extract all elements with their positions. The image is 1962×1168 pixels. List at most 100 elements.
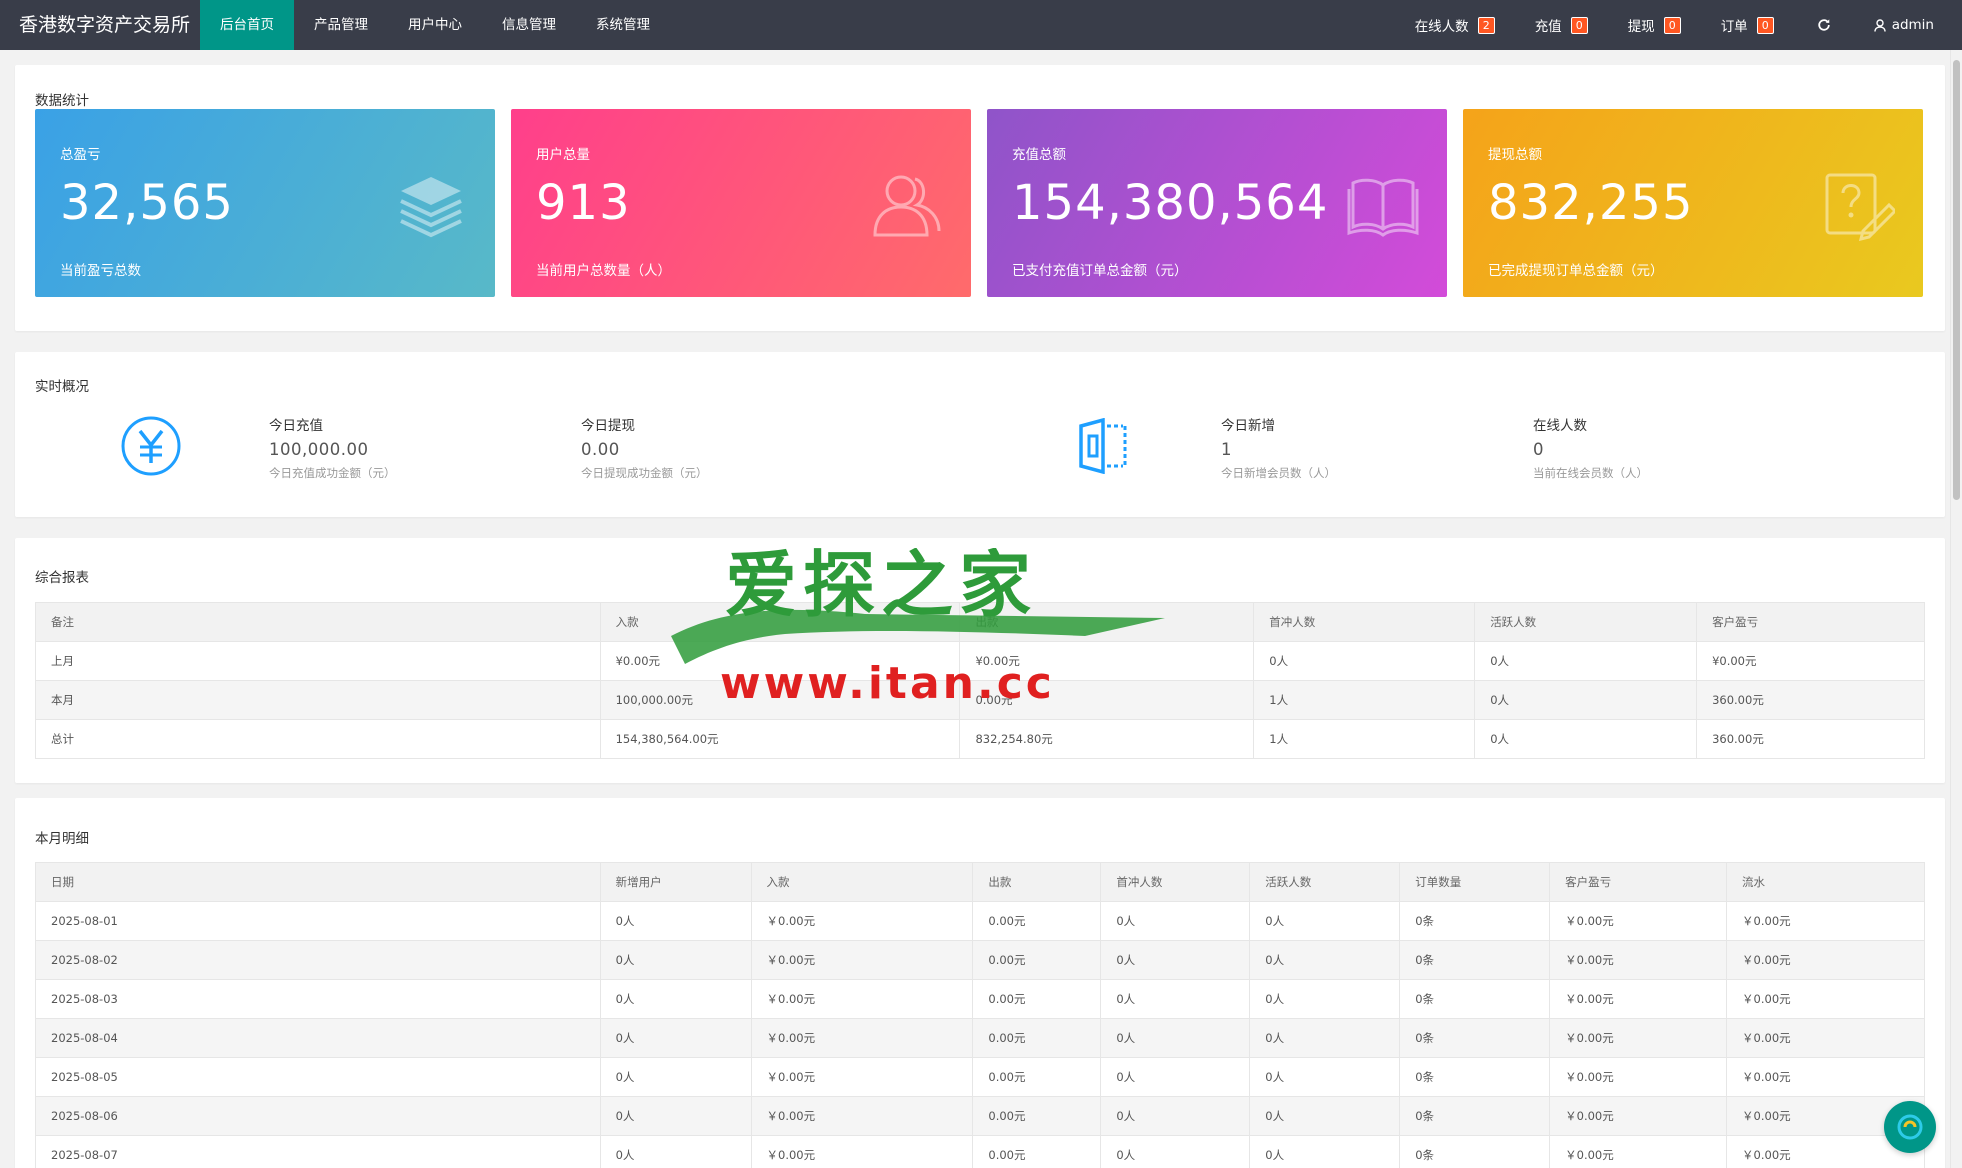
withdraw-badge: 0 [1663, 16, 1681, 34]
main-nav: 后台首页 产品管理 用户中心 信息管理 系统管理 [200, 0, 670, 50]
nav-item-products[interactable]: 产品管理 [294, 0, 388, 50]
table-row: 本月 100,000.00元 0.00元 1人 0人 360.00元 [35, 680, 1925, 720]
table-cell: ￥0.00元 [1549, 940, 1728, 980]
table-cell: 0条 [1399, 1057, 1551, 1097]
realtime-today-new: 今日新增 1 今日新增会员数（人） [1221, 414, 1336, 481]
table-row: 2025-08-02 0人 ￥0.00元 0.00元 0人 0人 0条 ￥0.00元 ￥0.00… [35, 940, 1925, 980]
table-cell: 0条 [1399, 1096, 1551, 1136]
edit-question-icon [1825, 173, 1895, 241]
col-header: 出款 [972, 862, 1102, 902]
table-row: 总计 154,380,564.00元 832,254.80元 1人 0人 360.00元 [35, 719, 1925, 759]
orders-badge: 0 [1756, 16, 1774, 34]
stat-label: 充值总额 [1012, 147, 1066, 163]
user-icon [1873, 18, 1886, 32]
table-cell: 1人 [1253, 680, 1476, 720]
table-row: 2025-08-03 0人 ￥0.00元 0.00元 0人 0人 0条 ￥0.00元 ￥0.00… [35, 979, 1925, 1019]
table-cell: 0人 [1100, 940, 1251, 980]
table-cell: 0.00元 [972, 1096, 1102, 1136]
stat-card-profit: 总盈亏 32,565 当前盈亏总数 [35, 109, 495, 297]
table-cell: 2025-08-06 [35, 1096, 601, 1136]
rt-value: 1 [1221, 440, 1232, 459]
col-header: 新增用户 [599, 862, 752, 902]
report-table: 备注 入款 出款 首冲人数 活跃人数 客户盈亏 上月 ¥0.00元 ¥0.00元 0人… [35, 602, 1925, 759]
table-cell: ￥0.00元 [1549, 1057, 1728, 1097]
online-count-link[interactable]: 在线人数 2 [1395, 0, 1515, 50]
table-cell: 本月 [35, 680, 601, 720]
table-cell: 0人 [599, 1096, 752, 1136]
nav-right: 在线人数 2 充值 0 提现 0 订单 0 admin [1395, 0, 1962, 50]
rt-value: 0.00 [581, 440, 620, 459]
rt-value: 100,000.00 [269, 440, 369, 459]
stat-desc: 已完成提现订单总金额（元） [1488, 263, 1664, 279]
stat-card-recharge: 充值总额 154,380,564 已支付充值订单总金额（元） [987, 109, 1447, 297]
nav-item-system[interactable]: 系统管理 [576, 0, 670, 50]
stat-value: 832,255 [1488, 175, 1694, 231]
table-cell: 0条 [1399, 979, 1551, 1019]
table-cell: 0.00元 [972, 979, 1102, 1019]
table-cell: 0.00元 [972, 940, 1102, 980]
table-cell: 0人 [1474, 719, 1698, 759]
table-cell: 0人 [1100, 901, 1251, 941]
table-cell: 0人 [599, 1135, 752, 1168]
col-header: 活跃人数 [1249, 862, 1401, 902]
col-header: 出款 [959, 602, 1255, 642]
table-cell: 0人 [599, 1057, 752, 1097]
table-cell: 2025-08-05 [35, 1057, 601, 1097]
rt-label: 今日新增 [1221, 418, 1275, 434]
table-cell: ¥0.00元 [1696, 641, 1925, 681]
realtime-today-recharge: 今日充值 100,000.00 今日充值成功金额（元） [269, 414, 396, 481]
table-row: 2025-08-05 0人 ￥0.00元 0.00元 0人 0人 0条 ￥0.00元 ￥0.00… [35, 1057, 1925, 1097]
refresh-icon[interactable] [1794, 0, 1854, 50]
col-header: 流水 [1726, 862, 1925, 902]
top-navbar: 香港数字资产交易所 后台首页 产品管理 用户中心 信息管理 系统管理 在线人数 … [0, 0, 1962, 50]
table-cell: 上月 [35, 641, 601, 681]
nav-item-users[interactable]: 用户中心 [388, 0, 482, 50]
table-cell: ￥0.00元 [750, 940, 974, 980]
table-cell: ¥0.00元 [959, 641, 1255, 681]
table-cell: ￥0.00元 [750, 1057, 974, 1097]
recharge-link[interactable]: 充值 0 [1515, 0, 1608, 50]
user-menu[interactable]: admin [1854, 0, 1962, 50]
report-title: 综合报表 [35, 570, 89, 586]
table-cell: 0条 [1399, 1135, 1551, 1168]
col-header: 日期 [35, 862, 601, 902]
orders-link[interactable]: 订单 0 [1701, 0, 1794, 50]
door-icon [1079, 418, 1127, 474]
table-cell: 0人 [1100, 979, 1251, 1019]
realtime-title: 实时概况 [35, 379, 89, 395]
table-cell: 0.00元 [972, 1057, 1102, 1097]
rt-desc: 今日新增会员数（人） [1221, 466, 1336, 480]
table-cell: 0人 [1249, 1057, 1401, 1097]
stat-value: 32,565 [60, 175, 234, 231]
withdraw-link[interactable]: 提现 0 [1608, 0, 1701, 50]
table-cell: 2025-08-02 [35, 940, 601, 980]
floating-service-button[interactable] [1884, 1101, 1936, 1153]
table-cell: 0人 [1249, 1018, 1401, 1058]
col-header: 备注 [35, 602, 601, 642]
nav-item-home[interactable]: 后台首页 [200, 0, 294, 50]
table-cell: 360.00元 [1696, 719, 1925, 759]
scrollbar-thumb[interactable] [1953, 60, 1960, 500]
table-cell: 0人 [1249, 1135, 1401, 1168]
users-icon [873, 175, 941, 237]
table-cell: 832,254.80元 [959, 719, 1255, 759]
table-header-row: 日期 新增用户 入款 出款 首冲人数 活跃人数 订单数量 客户盈亏 流水 [35, 862, 1925, 902]
table-cell: 0人 [1253, 641, 1476, 681]
table-cell: 100,000.00元 [599, 680, 961, 720]
table-cell: 0条 [1399, 1018, 1551, 1058]
col-header: 订单数量 [1399, 862, 1551, 902]
online-label: 在线人数 [1414, 19, 1469, 35]
table-row: 上月 ¥0.00元 ¥0.00元 0人 0人 ¥0.00元 [35, 641, 1925, 681]
table-cell: ￥0.00元 [1726, 1018, 1925, 1058]
table-cell: 总计 [35, 719, 601, 759]
table-cell: 0.00元 [972, 1018, 1102, 1058]
table-cell: ￥0.00元 [750, 979, 974, 1019]
table-cell: 0人 [1249, 940, 1401, 980]
brand-title: 香港数字资产交易所 [19, 14, 191, 36]
stat-value: 913 [536, 175, 631, 231]
realtime-today-withdraw: 今日提现 0.00 今日提现成功金额（元） [581, 414, 708, 481]
table-cell: 2025-08-04 [35, 1018, 601, 1058]
table-row: 2025-08-06 0人 ￥0.00元 0.00元 0人 0人 0条 ￥0.00元 ￥0.00… [35, 1096, 1925, 1136]
nav-item-info[interactable]: 信息管理 [482, 0, 576, 50]
layers-icon [400, 177, 462, 238]
